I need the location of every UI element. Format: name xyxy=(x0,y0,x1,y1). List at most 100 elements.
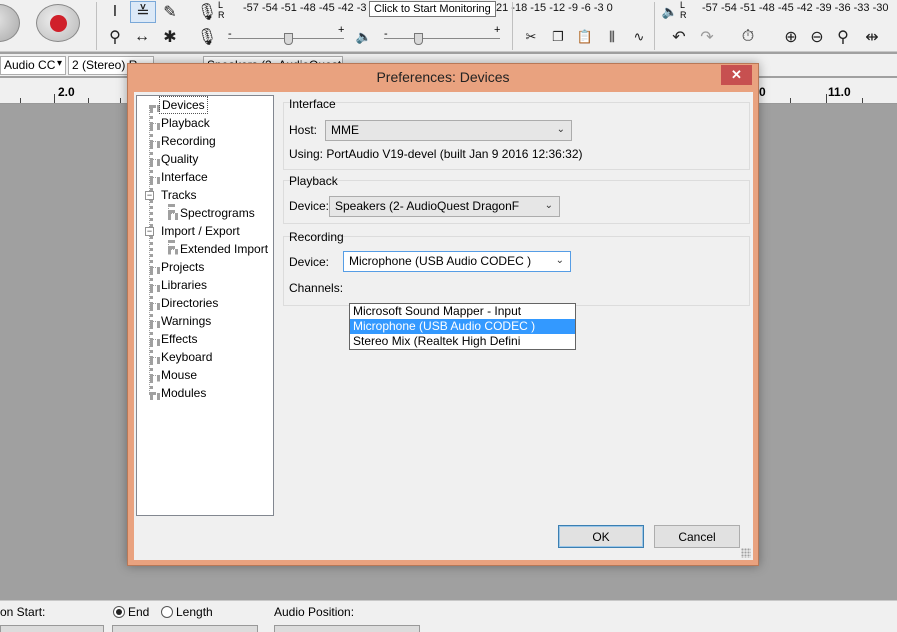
tree-item-keyboard[interactable]: Keyboard xyxy=(159,348,214,366)
record-meter-scale[interactable]: -57 -54 -51 -48 -45 -42 -3 xyxy=(243,2,367,14)
tree-item-tracks[interactable]: Tracks xyxy=(159,186,199,204)
tree-connector xyxy=(168,204,172,213)
channel-l-label: L xyxy=(218,0,224,10)
recording-device-label: Device: xyxy=(289,255,330,269)
tree-item-recording[interactable]: Recording xyxy=(159,132,218,150)
main-toolbar: I ≚ ✎ ⚲ ↔ ✱ 🎙 L R -57 -54 -51 -48 -45 -4… xyxy=(0,0,897,52)
tree-connector xyxy=(168,249,178,253)
dropdown-option[interactable]: Microsoft Sound Mapper - Input xyxy=(350,304,575,319)
audio-position-time[interactable] xyxy=(274,625,420,632)
tracks-collapse-toggle[interactable]: − xyxy=(145,191,154,200)
radio-unchecked-icon xyxy=(161,606,173,618)
sync-lock-icon[interactable]: ⏱ xyxy=(736,26,760,48)
recording-device-value: Microphone (USB Audio CODEC ) xyxy=(349,254,532,268)
selection-end-time[interactable] xyxy=(112,625,258,632)
selection-tool-icon[interactable]: I xyxy=(103,1,127,23)
ruler-tick xyxy=(862,98,863,103)
dropdown-option-selected[interactable]: Microphone (USB Audio CODEC ) xyxy=(350,319,575,334)
mic-volume-slider-thumb[interactable] xyxy=(284,33,293,45)
playback-meter-speaker-icon[interactable]: 🔈 xyxy=(660,1,680,23)
tree-item-devices[interactable]: Devices xyxy=(159,96,208,114)
time-shift-tool-icon[interactable]: ↔ xyxy=(130,26,154,48)
audio-host-value: Audio CC xyxy=(4,58,56,72)
mic-slider-plus: + xyxy=(338,24,345,36)
paste-icon[interactable]: 📋 xyxy=(574,26,596,48)
fit-selection-icon[interactable]: ⚲ xyxy=(832,26,854,48)
trim-icon[interactable]: ⫼ xyxy=(601,26,623,48)
multi-tool-icon[interactable]: ✱ xyxy=(158,26,182,48)
tree-item-extended-import[interactable]: Extended Import xyxy=(178,240,270,258)
chevron-down-icon: ⌄ xyxy=(544,200,553,211)
channel-r-label: R xyxy=(218,10,225,20)
meter-tooltip: Click to Start Monitoring xyxy=(369,1,496,17)
recording-device-select[interactable]: Microphone (USB Audio CODEC ) ⌄ xyxy=(343,251,571,272)
recording-group-label: Recording xyxy=(289,230,344,244)
silence-icon[interactable]: ∿ xyxy=(628,26,650,48)
zoom-in-icon[interactable]: ⊕ xyxy=(780,26,802,48)
ruler-tick xyxy=(54,94,55,103)
length-radio[interactable]: Length xyxy=(161,605,213,619)
zoom-tool-icon[interactable]: ⚲ xyxy=(103,26,127,48)
ok-button[interactable]: OK xyxy=(558,525,644,548)
tree-item-effects[interactable]: Effects xyxy=(159,330,199,348)
channel-r-label: R xyxy=(680,10,687,20)
ruler-tick xyxy=(790,98,791,103)
redo-icon[interactable]: ↷ xyxy=(696,26,718,48)
import-export-collapse-toggle[interactable]: − xyxy=(145,227,154,236)
close-button[interactable]: ✕ xyxy=(721,65,752,85)
tree-item-spectrograms[interactable]: Spectrograms xyxy=(178,204,257,222)
undo-icon[interactable]: ↶ xyxy=(668,26,690,48)
host-label: Host: xyxy=(289,123,318,137)
speaker-volume-icon: 🔈 xyxy=(355,29,373,44)
tree-item-quality[interactable]: Quality xyxy=(159,150,200,168)
toolbar-separator xyxy=(654,2,655,50)
portaudio-version-text: Using: PortAudio V19-devel (built Jan 9 … xyxy=(289,147,583,161)
end-radio[interactable]: End xyxy=(113,605,149,619)
record-meter-channels: L R xyxy=(218,0,225,20)
record-meter-scale-right[interactable]: 21 -18 -15 -12 -9 -6 -3 0 xyxy=(496,2,613,14)
copy-icon[interactable]: ❐ xyxy=(547,26,569,48)
speaker-volume-slider[interactable] xyxy=(384,38,500,39)
preferences-dialog: Preferences: Devices ✕ − − Devices Playb… xyxy=(127,63,759,566)
selection-toolbar: on Start: End Length Audio Position: xyxy=(0,600,897,632)
dropdown-option[interactable]: Stereo Mix (Realtek High Defini xyxy=(350,334,575,349)
tree-item-import-export[interactable]: Import / Export xyxy=(159,222,242,240)
ruler-tick xyxy=(88,98,89,103)
fit-project-icon[interactable]: ⇹ xyxy=(860,26,884,48)
length-radio-label: Length xyxy=(176,605,213,619)
playback-meter-channels: L R xyxy=(680,0,687,20)
tree-item-interface[interactable]: Interface xyxy=(159,168,210,186)
cancel-button[interactable]: Cancel xyxy=(654,525,740,548)
playback-device-select[interactable]: Speakers (2- AudioQuest DragonF ⌄ xyxy=(329,196,560,217)
tree-item-playback[interactable]: Playback xyxy=(159,114,212,132)
tree-item-modules[interactable]: Modules xyxy=(159,384,208,402)
tree-item-libraries[interactable]: Libraries xyxy=(159,276,209,294)
cut-icon[interactable]: ✂ xyxy=(520,26,542,48)
record-meter-microphone-icon[interactable]: 🎙 xyxy=(196,1,218,23)
resize-grip-icon[interactable] xyxy=(741,548,751,558)
channel-l-label: L xyxy=(680,0,686,10)
play-button[interactable] xyxy=(0,4,20,42)
ruler-tick xyxy=(120,98,121,103)
tree-item-projects[interactable]: Projects xyxy=(159,258,206,276)
zoom-out-icon[interactable]: ⊖ xyxy=(806,26,828,48)
tree-item-directories[interactable]: Directories xyxy=(159,294,220,312)
audio-host-select[interactable]: Audio CC ▾ xyxy=(0,56,66,75)
record-button[interactable] xyxy=(36,4,80,42)
envelope-tool-icon[interactable]: ≚ xyxy=(130,1,156,23)
tree-item-warnings[interactable]: Warnings xyxy=(159,312,213,330)
selection-start-label: on Start: xyxy=(0,605,46,619)
draw-tool-icon[interactable]: ✎ xyxy=(158,1,182,23)
preferences-category-tree[interactable]: − − Devices Playback Recording Quality I… xyxy=(136,95,274,516)
dialog-client-area: − − Devices Playback Recording Quality I… xyxy=(134,92,753,560)
playback-meter-scale[interactable]: -57 -54 -51 -48 -45 -42 -39 -36 -33 -30 xyxy=(702,2,889,14)
radio-checked-icon xyxy=(113,606,125,618)
selection-start-time[interactable] xyxy=(0,625,104,632)
tree-item-mouse[interactable]: Mouse xyxy=(159,366,199,384)
recording-device-dropdown-list[interactable]: Microsoft Sound Mapper - Input Microphon… xyxy=(349,303,576,350)
end-radio-label: End xyxy=(128,605,150,619)
host-select[interactable]: MME ⌄ xyxy=(325,120,572,141)
speaker-volume-slider-thumb[interactable] xyxy=(414,33,423,45)
ruler-label: 2.0 xyxy=(58,85,75,99)
chevron-down-icon: ⌄ xyxy=(556,124,565,135)
